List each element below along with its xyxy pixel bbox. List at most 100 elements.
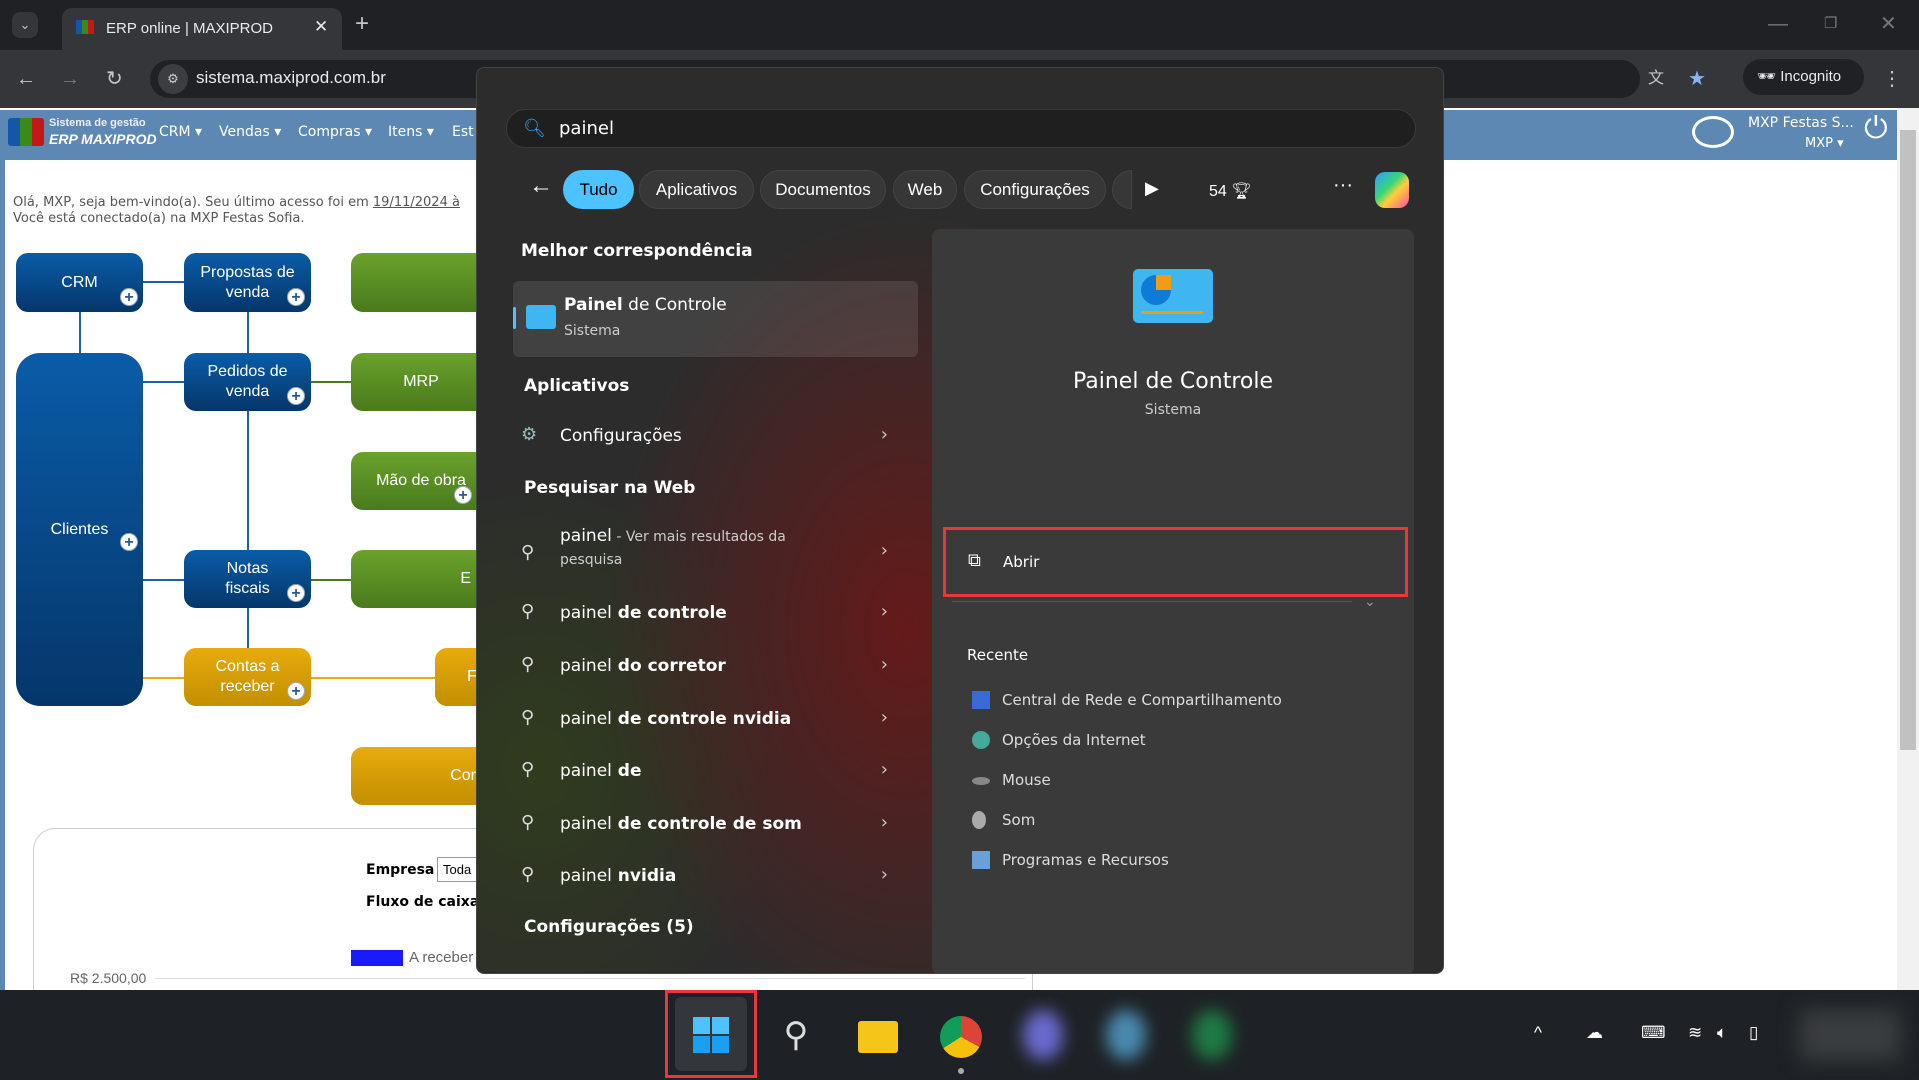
recent-item[interactable]: Opções da Internet <box>972 731 1146 749</box>
chevron-right-icon: › <box>880 812 888 833</box>
blurred-app-icon[interactable] <box>1192 1010 1232 1060</box>
flow-con-box[interactable]: Cor <box>351 747 491 805</box>
filter-more-partial[interactable] <box>1112 170 1132 209</box>
add-nota-icon[interactable]: + <box>287 584 305 602</box>
nav-crm[interactable]: CRM ▾ <box>159 124 202 140</box>
web-result-item[interactable]: ⚲ painel nvidia › <box>513 854 908 900</box>
add-pedido-icon[interactable]: + <box>287 387 305 405</box>
search-icon: 🔍︎ <box>523 118 546 139</box>
filter-web[interactable]: Web <box>893 170 957 209</box>
expand-chevron-icon[interactable]: ⌄ <box>1364 593 1376 610</box>
chat-icon[interactable] <box>1692 116 1734 148</box>
restore-icon[interactable]: ❐ <box>1824 12 1837 36</box>
browser-tab[interactable]: ERP online | MAXIPROD ✕ <box>62 8 342 50</box>
add-conta-receber-icon[interactable]: + <box>287 682 305 700</box>
battery-icon[interactable]: ▯ <box>1749 1023 1758 1043</box>
web-result-item[interactable]: ⚲ painel de controle › <box>513 591 908 637</box>
recent-item[interactable]: Som <box>972 811 1035 829</box>
web-result-item[interactable]: ⚲ painel de › <box>513 749 908 795</box>
erp-logo-icon[interactable] <box>8 118 44 146</box>
control-panel-large-icon <box>1133 269 1213 323</box>
back-arrow-icon[interactable]: ← <box>529 172 553 200</box>
filter-documentos[interactable]: Documentos <box>760 170 886 209</box>
site-settings-icon[interactable]: ⚙ <box>158 64 188 94</box>
filter-tudo[interactable]: Tudo <box>563 170 634 209</box>
flow-mrp[interactable]: MRP <box>351 353 491 411</box>
file-explorer-icon[interactable] <box>848 1005 908 1065</box>
flow-e-box[interactable]: E <box>351 550 491 608</box>
copilot-icon[interactable] <box>1375 172 1409 208</box>
connector <box>143 281 184 283</box>
onedrive-cloud-icon[interactable]: ☁ <box>1586 1023 1603 1043</box>
incognito-badge[interactable]: 🕶 Incognito <box>1743 59 1864 95</box>
tab-search-button[interactable]: ⌄ <box>12 12 38 38</box>
connector <box>311 677 435 679</box>
app-configuracoes[interactable]: ⚙ Configurações › <box>513 414 908 460</box>
add-mao-de-obra-icon[interactable]: + <box>454 486 472 504</box>
last-access-link[interactable]: 19/11/2024 à <box>373 195 460 210</box>
rewards-points[interactable]: 54 🏆︎ <box>1209 181 1252 201</box>
blurred-app-icon[interactable] <box>1106 1010 1146 1060</box>
add-proposta-icon[interactable]: + <box>287 288 305 306</box>
translate-icon[interactable]: 文 <box>1648 67 1664 91</box>
logo-line1: Sistema de gestão <box>49 117 146 129</box>
more-options-icon[interactable]: ··· <box>1333 174 1353 197</box>
add-crm-icon[interactable]: + <box>120 288 138 306</box>
network-icon <box>972 691 990 709</box>
search-icon: ⚲ <box>521 864 535 885</box>
nav-compras[interactable]: Compras ▾ <box>298 124 372 140</box>
flow-clientes[interactable]: Clientes <box>16 353 143 706</box>
web-result-item[interactable]: ⚲ painel de controle nvidia › <box>513 697 908 743</box>
filter-configuracoes[interactable]: Configurações <box>964 170 1106 209</box>
connector <box>311 579 351 581</box>
browser-menu-icon[interactable]: ⋮ <box>1882 67 1902 91</box>
close-tab-icon[interactable]: ✕ <box>314 17 328 37</box>
volume-icon[interactable]: 🔈︎ <box>1717 1023 1727 1043</box>
web-result-item[interactable]: ⚲ painel do corretor › <box>513 644 908 690</box>
nav-vendas[interactable]: Vendas ▾ <box>219 124 281 140</box>
chevron-right-icon: › <box>880 424 888 445</box>
search-icon: ⚲ <box>521 812 535 833</box>
filter-aplicativos[interactable]: Aplicativos <box>639 170 754 209</box>
start-search-input[interactable]: 🔍︎ painel <box>506 109 1416 148</box>
start-button[interactable] <box>665 990 757 1078</box>
open-button[interactable]: ⧉ Abrir <box>943 527 1408 597</box>
favicon-icon <box>76 20 94 34</box>
blurred-app-icon[interactable] <box>1023 1010 1063 1060</box>
chrome-icon[interactable] <box>931 1005 991 1065</box>
play-icon[interactable]: ▶ <box>1145 178 1159 199</box>
flow-green-top[interactable] <box>351 253 491 312</box>
company-name[interactable]: MXP Festas S... <box>1748 115 1854 131</box>
running-indicator <box>958 1068 964 1074</box>
settings-header[interactable]: Configurações (5) <box>524 917 694 937</box>
bookmark-star-icon[interactable]: ★ <box>1688 67 1706 91</box>
best-match-item[interactable]: Painel de Controle Sistema <box>513 281 918 357</box>
windows-logo-icon <box>693 1017 729 1053</box>
back-icon[interactable]: ← <box>16 67 36 91</box>
flow-mao-de-obra[interactable]: Mão de obra <box>351 452 491 510</box>
reload-icon[interactable]: ↻ <box>106 67 123 91</box>
recent-item[interactable]: Central de Rede e Compartilhamento <box>972 691 1282 709</box>
close-window-icon[interactable]: ✕ <box>1880 12 1897 36</box>
web-result-item[interactable]: ⚲ painel - Ver mais resultados da pesqui… <box>513 526 908 586</box>
taskbar-search-icon[interactable]: ⚲ <box>766 1005 826 1065</box>
user-menu[interactable]: MXP ▾ <box>1805 136 1844 151</box>
keyboard-icon[interactable]: ⌨ <box>1641 1023 1666 1043</box>
greeting-line2: Você está conectado(a) na MXP Festas Sof… <box>13 211 305 226</box>
nav-itens[interactable]: Itens ▾ <box>388 124 434 140</box>
wifi-icon[interactable]: ≋ <box>1688 1023 1702 1043</box>
detail-panel: Painel de Controle Sistema ⧉ Abrir ⌄ Rec… <box>932 229 1414 973</box>
nav-estoque[interactable]: Est <box>452 124 474 140</box>
scrollbar-thumb[interactable] <box>1900 130 1916 750</box>
minimize-icon[interactable]: — <box>1768 12 1788 36</box>
detail-title: Painel de Controle <box>1072 369 1273 394</box>
add-cliente-icon[interactable]: + <box>120 533 138 551</box>
recent-item[interactable]: Programas e Recursos <box>972 851 1169 869</box>
show-hidden-icons[interactable]: ^ <box>1534 1023 1542 1043</box>
power-icon[interactable]: ⏻ <box>1864 114 1888 144</box>
forward-icon[interactable]: → <box>60 67 80 91</box>
blurred-clock[interactable] <box>1800 1010 1900 1060</box>
web-result-item[interactable]: ⚲ painel de controle de som › <box>513 802 908 848</box>
new-tab-icon[interactable]: + <box>355 12 369 36</box>
recent-item[interactable]: Mouse <box>972 771 1051 789</box>
